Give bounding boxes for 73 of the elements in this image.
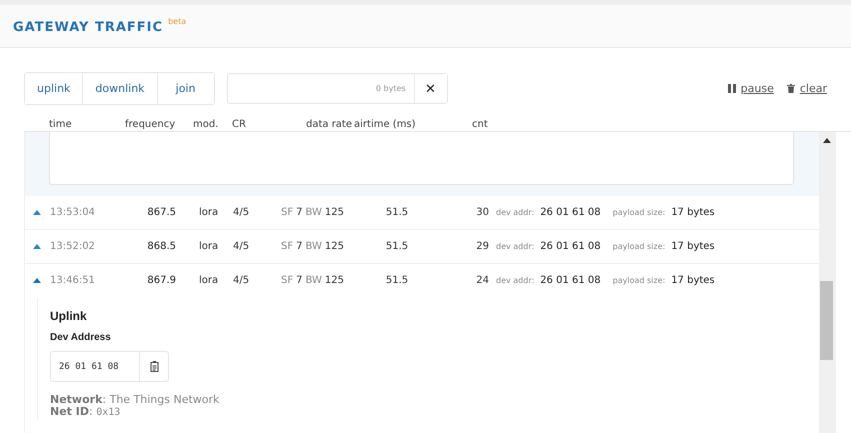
dev-address-field[interactable]: 26 01 61 08 [50,351,169,382]
sf-label: SF [281,275,294,286]
filter-button[interactable]: uplink [25,72,84,104]
table-cell-text: 4/5 [233,241,250,252]
table-cell-text: 30 [475,207,489,218]
table-cell-text: 51.5 [384,241,410,252]
scrollbar-thumb[interactable] [820,281,833,360]
table-cell-text: lora [198,207,220,218]
table-cell-text: 4/5 [233,207,250,218]
table-cell: 7 [296,275,302,286]
sf-label: SF [281,241,294,252]
uplink-arrow-icon [33,278,41,283]
table-cell-text: 867.9 [146,275,176,286]
beta-label: beta [168,17,186,26]
bw-label: BW [305,207,322,218]
payload-size-value: 17 bytes [671,275,715,286]
table-cell-text: lora [198,241,220,252]
byte-count: 0 bytes [376,84,406,92]
table-cell-text: 51.5 [384,207,410,218]
payload-size-label: payload size: [612,208,666,217]
info-line: Net ID: 0x13 [50,406,122,419]
dev-addr-value: 26 01 61 08 [540,275,601,286]
column-header: frequency [125,118,176,130]
column-header: cnt [472,118,489,130]
table-cell: 125 [324,207,344,218]
table-cell: 125 [324,241,344,252]
dev-addr-label: dev addr: [496,242,534,251]
column-header: data rate [304,118,352,130]
close-button[interactable]: ✕ [414,74,447,102]
column-header: mod. [193,118,220,130]
uplink-arrow-icon [33,210,41,215]
detail-title: Uplink [50,309,88,323]
payload-size-value: 17 bytes [671,207,715,218]
table-cell-text: 867.5 [146,207,176,218]
column-header: airtime (ms) [353,118,417,130]
column-header: time [49,118,73,130]
table-cell: 125 [324,275,344,286]
table-cell-text: 868.5 [146,241,176,252]
payload-size-label: payload size: [612,242,666,251]
payload-size-label: payload size: [612,276,666,285]
dev-addr-label: dev addr: [496,208,534,217]
table-cell-text: 13:53:04 [50,207,96,218]
info-line: Network: The Things Network [50,394,220,406]
table-cell-text: lora [198,275,220,286]
dev-addr-value: 26 01 61 08 [540,207,601,218]
table-cell-text: 51.5 [384,275,410,286]
bw-label: BW [305,275,322,286]
field-label: Dev Address [50,332,112,343]
payload-size-value: 17 bytes [671,241,715,252]
page-title: GATEWAY TRAFFIC [13,20,164,35]
column-header: CR [232,118,247,130]
sf-label: SF [281,207,294,218]
uplink-arrow-icon [33,244,41,249]
bw-label: BW [305,241,322,252]
table-cell-text: 24 [475,275,489,286]
traffic-row[interactable]: 13:46:51 867.9 lora 4/5 SF 7 BW 125 51.5 24 dev addr: 26 01 61 08 payload size: 17 bytes [25,264,819,298]
scroll-up-icon[interactable] [823,138,831,143]
table-cell: 7 [296,207,302,218]
table-cell-text: 13:46:51 [50,275,96,286]
table-cell-text: 13:52:02 [50,241,96,252]
clipboard-icon [150,361,158,372]
filter-field[interactable]: 0 bytes ✕ [226,72,448,104]
trash-icon [786,84,795,92]
dev-addr-value: 26 01 61 08 [540,241,601,252]
table-cell: 7 [296,241,302,252]
traffic-row[interactable]: 13:53:04 867.5 lora 4/5 SF 7 BW 125 51.5 30 dev addr: 26 01 61 08 payload size: 17 bytes [25,196,819,230]
table-cell-text: 4/5 [233,275,250,286]
action-link[interactable]: pause [740,82,774,94]
table-cell-text: 29 [475,241,489,252]
dev-addr-label: dev addr: [496,276,534,285]
pause-icon [728,84,736,92]
action-link[interactable]: clear [800,82,827,94]
traffic-row[interactable]: 13:52:02 868.5 lora 4/5 SF 7 BW 125 51.5 29 dev addr: 26 01 61 08 payload size: 17 bytes [25,230,819,264]
